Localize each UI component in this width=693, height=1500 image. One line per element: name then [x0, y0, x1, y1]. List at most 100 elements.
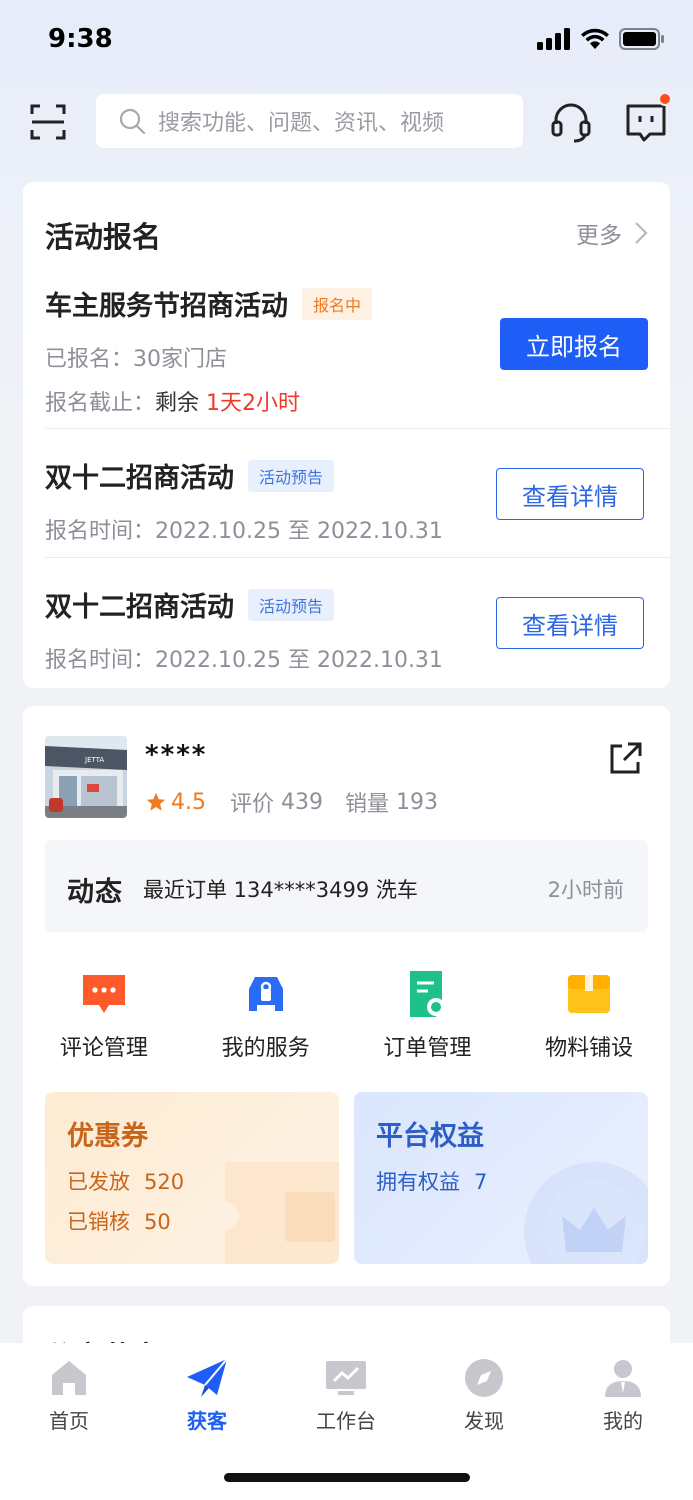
tab-label: 我的 [603, 1409, 643, 1433]
signup-time-value: 2022.10.25 至 2022.10.31 [155, 519, 443, 544]
coupon-redeemed: 已销核 50 [67, 1206, 171, 1236]
external-link-icon[interactable] [608, 740, 644, 776]
store-name: **** [145, 740, 208, 770]
signal-icon [537, 28, 570, 50]
quick-actions: 评论管理 我的服务 订单管理 物料铺设 [23, 968, 670, 1068]
sales-count: 193 [396, 789, 439, 815]
store-image[interactable]: JETTA [45, 736, 127, 818]
wifi-icon [581, 28, 609, 49]
quick-action-orders[interactable]: 订单管理 [347, 968, 509, 1068]
box-icon [563, 968, 615, 1020]
registered-value: 30家门店 [133, 347, 228, 372]
chevron-right-icon [635, 222, 648, 244]
coupon-redeemed-label: 已销核 [67, 1210, 130, 1234]
message-badge-dot [658, 92, 672, 106]
status-bar: 9:38 [0, 0, 693, 80]
search-input[interactable]: 搜索功能、问题、资讯、视频 [96, 94, 523, 148]
activity-more-link[interactable]: 更多 [576, 216, 648, 250]
status-time: 9:38 [48, 24, 113, 54]
deadline-prefix: 剩余 [155, 391, 207, 416]
deadline-label: 报名截止： [45, 391, 156, 416]
activity-title: 活动报名 [45, 220, 162, 254]
crown-watermark-icon [524, 1162, 648, 1264]
user-icon [605, 1360, 641, 1397]
tab-label: 工作台 [316, 1409, 376, 1433]
quick-action-services[interactable]: 我的服务 [185, 968, 347, 1068]
activity-item: 双十二招商活动 活动预告 报名时间：2022.10.25 至 2022.10.3… [45, 456, 648, 544]
feed-logo-b: 态 [95, 877, 123, 908]
car-service-icon [240, 968, 292, 1020]
coupon-issued-label: 已发放 [67, 1170, 130, 1194]
coupon-issued-value: 520 [144, 1170, 185, 1194]
tab-discover[interactable]: 发现 [434, 1357, 534, 1434]
register-now-button[interactable]: 立即报名 [500, 318, 648, 370]
deadline-value: 1天2小时 [206, 391, 301, 416]
store-stats: 4.5 评价 439 销量 193 [145, 786, 438, 818]
rights-owned: 拥有权益 7 [376, 1166, 487, 1196]
sales-label: 销量 [345, 792, 390, 817]
store-sign-text: JETTA [84, 756, 104, 764]
top-bar: 搜索功能、问题、资讯、视频 [0, 94, 693, 150]
coupon-card[interactable]: 优惠券 已发放 520 已销核 50 [45, 1092, 339, 1264]
battery-icon [619, 28, 664, 50]
feed-time: 2小时前 [547, 878, 624, 902]
tab-label: 获客 [187, 1409, 227, 1433]
feed-logo-a: 动 [67, 877, 95, 908]
activity-item: 车主服务节招商活动 报名中 已报名：30家门店 报名截止：剩余 1天2小时 立即… [45, 284, 648, 416]
tab-label: 首页 [49, 1409, 89, 1433]
tab-acquire[interactable]: 获客 [157, 1357, 257, 1434]
coupon-issued: 已发放 520 [67, 1166, 184, 1196]
compass-icon [465, 1359, 503, 1397]
status-icons [537, 28, 665, 50]
deadline-info: 报名截止：剩余 1天2小时 [45, 385, 648, 417]
store-rating: 4.5 [171, 789, 206, 815]
signup-time-label: 报名时间： [45, 648, 156, 673]
status-badge: 活动预告 [248, 459, 335, 492]
activity-item: 双十二招商活动 活动预告 报名时间：2022.10.25 至 2022.10.3… [45, 585, 648, 673]
coupon-redeemed-value: 50 [144, 1210, 171, 1234]
store-photo: JETTA [45, 736, 127, 818]
view-details-button[interactable]: 查看详情 [496, 468, 644, 520]
tab-mine[interactable]: 我的 [573, 1357, 673, 1434]
more-label: 更多 [576, 223, 622, 249]
activity-card: 活动报名 更多 车主服务节招商活动 报名中 已报名：30家门店 报名截止：剩余 … [23, 182, 670, 688]
view-details-button[interactable]: 查看详情 [496, 597, 644, 649]
registered-label: 已报名： [45, 347, 134, 372]
coupon-title: 优惠券 [67, 1121, 148, 1152]
comment-icon [78, 968, 130, 1020]
quick-action-label: 物料铺设 [545, 1036, 634, 1061]
store-card: JETTA **** 4.5 评价 439 销量 193 动态 最近订单 134… [23, 706, 670, 1286]
quick-action-comments[interactable]: 评论管理 [23, 968, 185, 1068]
rights-owned-label: 拥有权益 [376, 1170, 460, 1194]
scan-icon[interactable] [28, 102, 68, 142]
message-icon[interactable] [624, 100, 668, 144]
platform-rights-card[interactable]: 平台权益 拥有权益 7 [354, 1092, 648, 1264]
divider [45, 428, 670, 429]
order-icon [401, 968, 453, 1020]
review-count: 439 [281, 789, 324, 815]
activity-name-text: 双十二招商活动 [45, 463, 234, 494]
quick-action-materials[interactable]: 物料铺设 [508, 968, 670, 1068]
rights-owned-value: 7 [474, 1170, 488, 1194]
feed-text: 最近订单 134****3499 洗车 [143, 878, 418, 902]
signup-time-label: 报名时间： [45, 519, 156, 544]
activity-name-text: 双十二招商活动 [45, 592, 234, 623]
star-icon [146, 792, 166, 811]
chart-icon [326, 1361, 366, 1395]
status-badge: 活动预告 [248, 588, 335, 621]
divider [45, 557, 670, 558]
tab-label: 发现 [464, 1409, 504, 1433]
tab-workbench[interactable]: 工作台 [296, 1357, 396, 1434]
tab-home[interactable]: 首页 [19, 1357, 119, 1434]
quick-action-label: 我的服务 [221, 1036, 310, 1061]
paper-plane-icon [187, 1358, 228, 1397]
rights-title: 平台权益 [376, 1121, 484, 1152]
quick-action-label: 订单管理 [383, 1036, 472, 1061]
feed-logo: 动态 [67, 870, 123, 909]
bottom-tab-bar: 首页 获客 工作台 发现 我的 [0, 1343, 693, 1500]
customer-service-icon[interactable] [550, 100, 592, 144]
home-icon [52, 1361, 86, 1395]
activity-feed[interactable]: 动态 最近订单 134****3499 洗车 2小时前 [45, 840, 648, 932]
activity-name-text: 车主服务节招商活动 [45, 291, 288, 322]
search-placeholder: 搜索功能、问题、资讯、视频 [158, 111, 445, 136]
